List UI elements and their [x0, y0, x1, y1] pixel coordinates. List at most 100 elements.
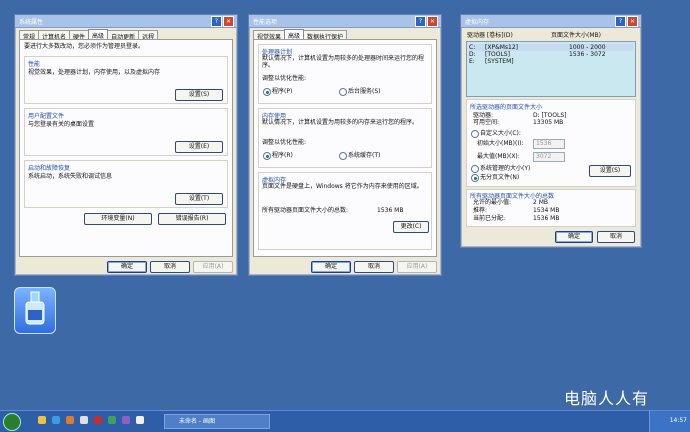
- environment-variables-button[interactable]: 环境变量(N): [84, 213, 152, 225]
- user-profile-title: 用户配置文件: [28, 113, 65, 120]
- apply-button[interactable]: 应用(A): [397, 261, 437, 273]
- browser-icon[interactable]: [52, 416, 60, 424]
- selected-drive-group: 所选驱动器的页面文件大小 驱动器: D: [TOOLS] 可用空间: 13305…: [466, 99, 636, 187]
- app-icon[interactable]: [136, 416, 144, 424]
- clock: 14:57: [669, 417, 687, 424]
- app-icon[interactable]: [122, 416, 130, 424]
- help-button[interactable]: ?: [615, 16, 626, 27]
- startup-recovery-desc: 系统启动，系统失败和调试信息: [28, 173, 113, 180]
- ok-button[interactable]: 确定: [107, 261, 147, 273]
- user-profile-settings-button[interactable]: 设置(E): [175, 141, 223, 153]
- app-icon[interactable]: [94, 416, 102, 424]
- no-paging-file-radio[interactable]: [471, 174, 479, 182]
- taskbar-item-paint[interactable]: 未命名 - 画图: [164, 414, 270, 429]
- size-column-header: 页面文件大小(MB): [551, 32, 601, 39]
- drive-name: C:: [469, 44, 476, 51]
- cancel-button[interactable]: 取消: [150, 261, 190, 273]
- drive-value: D: [TOOLS]: [533, 112, 567, 119]
- drive-label: [SYSTEM]: [485, 58, 514, 65]
- change-button[interactable]: 更改(C): [393, 221, 429, 233]
- programs-memory-radio[interactable]: [263, 152, 271, 160]
- cancel-button[interactable]: 取消: [354, 261, 394, 273]
- adjust-label: 调整以优化性能:: [262, 75, 307, 82]
- drive-name: D:: [469, 51, 476, 58]
- custom-size-radio[interactable]: [471, 130, 479, 138]
- minimum-value: 2 MB: [533, 199, 549, 206]
- app-icon[interactable]: [108, 416, 116, 424]
- system-tray: 14:57: [649, 411, 690, 432]
- programs-memory-label: 程序(R): [272, 152, 293, 159]
- recommended-value: 1534 MB: [533, 207, 560, 214]
- media-icon[interactable]: [66, 416, 74, 424]
- help-button[interactable]: ?: [211, 16, 222, 27]
- title-bar: 系统属性 ? ✕: [15, 15, 237, 28]
- performance-title: 性能: [28, 61, 41, 68]
- close-button[interactable]: ✕: [627, 16, 638, 27]
- startup-recovery-title: 启动和故障恢复: [28, 165, 71, 172]
- drive-row[interactable]: E: [SYSTEM]: [469, 58, 633, 65]
- performance-settings-button[interactable]: 设置(S): [175, 89, 223, 101]
- app-icon[interactable]: [80, 416, 88, 424]
- apply-button[interactable]: 应用(A): [193, 261, 233, 273]
- startup-settings-button[interactable]: 设置(T): [175, 193, 223, 205]
- system-cache-radio[interactable]: [339, 152, 347, 160]
- max-size-label: 最大值(MB)(X):: [477, 153, 520, 160]
- system-cache-label: 系统缓存(T): [348, 152, 381, 159]
- admin-note: 要进行大多数改动，您必须作为管理员登录。: [24, 43, 145, 50]
- set-button[interactable]: 设置(S): [589, 165, 631, 177]
- drive-size: 1000 - 2000: [569, 44, 606, 51]
- startup-recovery-group: 启动和故障恢复 系统启动，系统失败和调试信息 设置(T): [24, 160, 228, 208]
- window-title: 性能选项: [253, 19, 278, 26]
- system-managed-label: 系统管理的大小(Y): [480, 165, 531, 172]
- performance-options-window: 性能选项 ? ✕ 视觉效果 高级 数据执行保护 处理器计划 默认情况下，计算机设置…: [248, 14, 442, 276]
- virtual-memory-total-label: 所有驱动器页面文件大小的总数:: [262, 207, 349, 214]
- desktop-app-icon[interactable]: [14, 287, 56, 334]
- performance-desc: 视觉效果，处理器计划，内存使用，以及虚拟内存: [28, 69, 161, 76]
- processor-scheduling-group: 处理器计划 默认情况下，计算机设置为用较多的处理器时间来运行您的程序。 调整以优…: [258, 44, 432, 104]
- close-button[interactable]: ✕: [223, 16, 234, 27]
- memory-usage-group: 内存使用 默认情况下，计算机设置为用较多的内存来运行您的程序。 调整以优化性能:…: [258, 108, 432, 168]
- title-bar: 性能选项 ? ✕: [249, 15, 441, 28]
- programs-radio[interactable]: [263, 88, 271, 96]
- max-size-input[interactable]: 3072: [533, 152, 565, 162]
- error-reporting-button[interactable]: 错误报告(R): [158, 213, 226, 225]
- drive-column-header: 驱动器 [卷标](D): [467, 32, 513, 39]
- initial-size-input[interactable]: 1536: [533, 139, 565, 149]
- virtual-memory-desc: 页面文件是硬盘上，Windows 将它作为内存来使用的区域。: [262, 183, 423, 190]
- drive-label: [TOOLS]: [485, 51, 510, 58]
- watermark-text: 电脑人人有: [564, 389, 650, 408]
- initial-size-label: 初始大小(MB)(I):: [477, 140, 524, 147]
- custom-size-label: 自定义大小(C):: [480, 130, 521, 137]
- help-button[interactable]: ?: [415, 16, 426, 27]
- memory-usage-desc: 默认情况下，计算机设置为用较多的内存来运行您的程序。: [262, 119, 419, 126]
- total-size-group: 所有驱动器页面文件大小的总数 允许的最小值: 2 MB 推荐: 1534 MB …: [466, 189, 636, 227]
- drive-label: 驱动器:: [473, 112, 494, 119]
- drive-row[interactable]: C: [XP&Ms12] 1000 - 2000: [469, 44, 633, 51]
- virtual-memory-window: 虚拟内存 ? ✕ 驱动器 [卷标](D) 页面文件大小(MB) C: [XP&Ms…: [460, 14, 642, 248]
- taskbar: 未命名 - 画图 14:57: [0, 410, 690, 432]
- cancel-button[interactable]: 取消: [597, 231, 635, 243]
- window-title: 系统属性: [19, 19, 44, 26]
- title-bar: 虚拟内存 ? ✕: [461, 15, 641, 28]
- close-button[interactable]: ✕: [427, 16, 438, 27]
- free-space-value: 13305 MB: [533, 119, 564, 126]
- minimum-label: 允许的最小值:: [473, 199, 512, 206]
- system-properties-window: 系统属性 ? ✕ 常规 计算机名 硬件 高级 自动更新 远程 要进行大多数改动，您…: [14, 14, 238, 276]
- free-space-label: 可用空间:: [473, 119, 500, 126]
- drive-size: 1536 - 3072: [569, 51, 606, 58]
- drive-row[interactable]: D: [TOOLS] 1536 - 3072: [469, 51, 633, 58]
- explorer-icon[interactable]: [38, 416, 46, 424]
- drive-list[interactable]: C: [XP&Ms12] 1000 - 2000 D: [TOOLS] 1536…: [466, 41, 636, 97]
- drive-name: E:: [469, 58, 475, 65]
- system-managed-radio[interactable]: [471, 165, 479, 173]
- ok-button[interactable]: 确定: [555, 231, 593, 243]
- background-services-radio[interactable]: [339, 88, 347, 96]
- tab-panel: 要进行大多数改动，您必须作为管理员登录。 性能 视觉效果，处理器计划，内存使用，…: [19, 39, 233, 257]
- virtual-memory-total-value: 1536 MB: [377, 207, 404, 214]
- performance-group: 性能 视觉效果，处理器计划，内存使用，以及虚拟内存 设置(S): [24, 56, 228, 104]
- current-allocated-value: 1536 MB: [533, 215, 560, 222]
- ok-button[interactable]: 确定: [311, 261, 351, 273]
- drive-label: [XP&Ms12]: [485, 44, 519, 51]
- start-button[interactable]: [3, 413, 21, 431]
- background-services-label: 后台服务(S): [348, 88, 381, 95]
